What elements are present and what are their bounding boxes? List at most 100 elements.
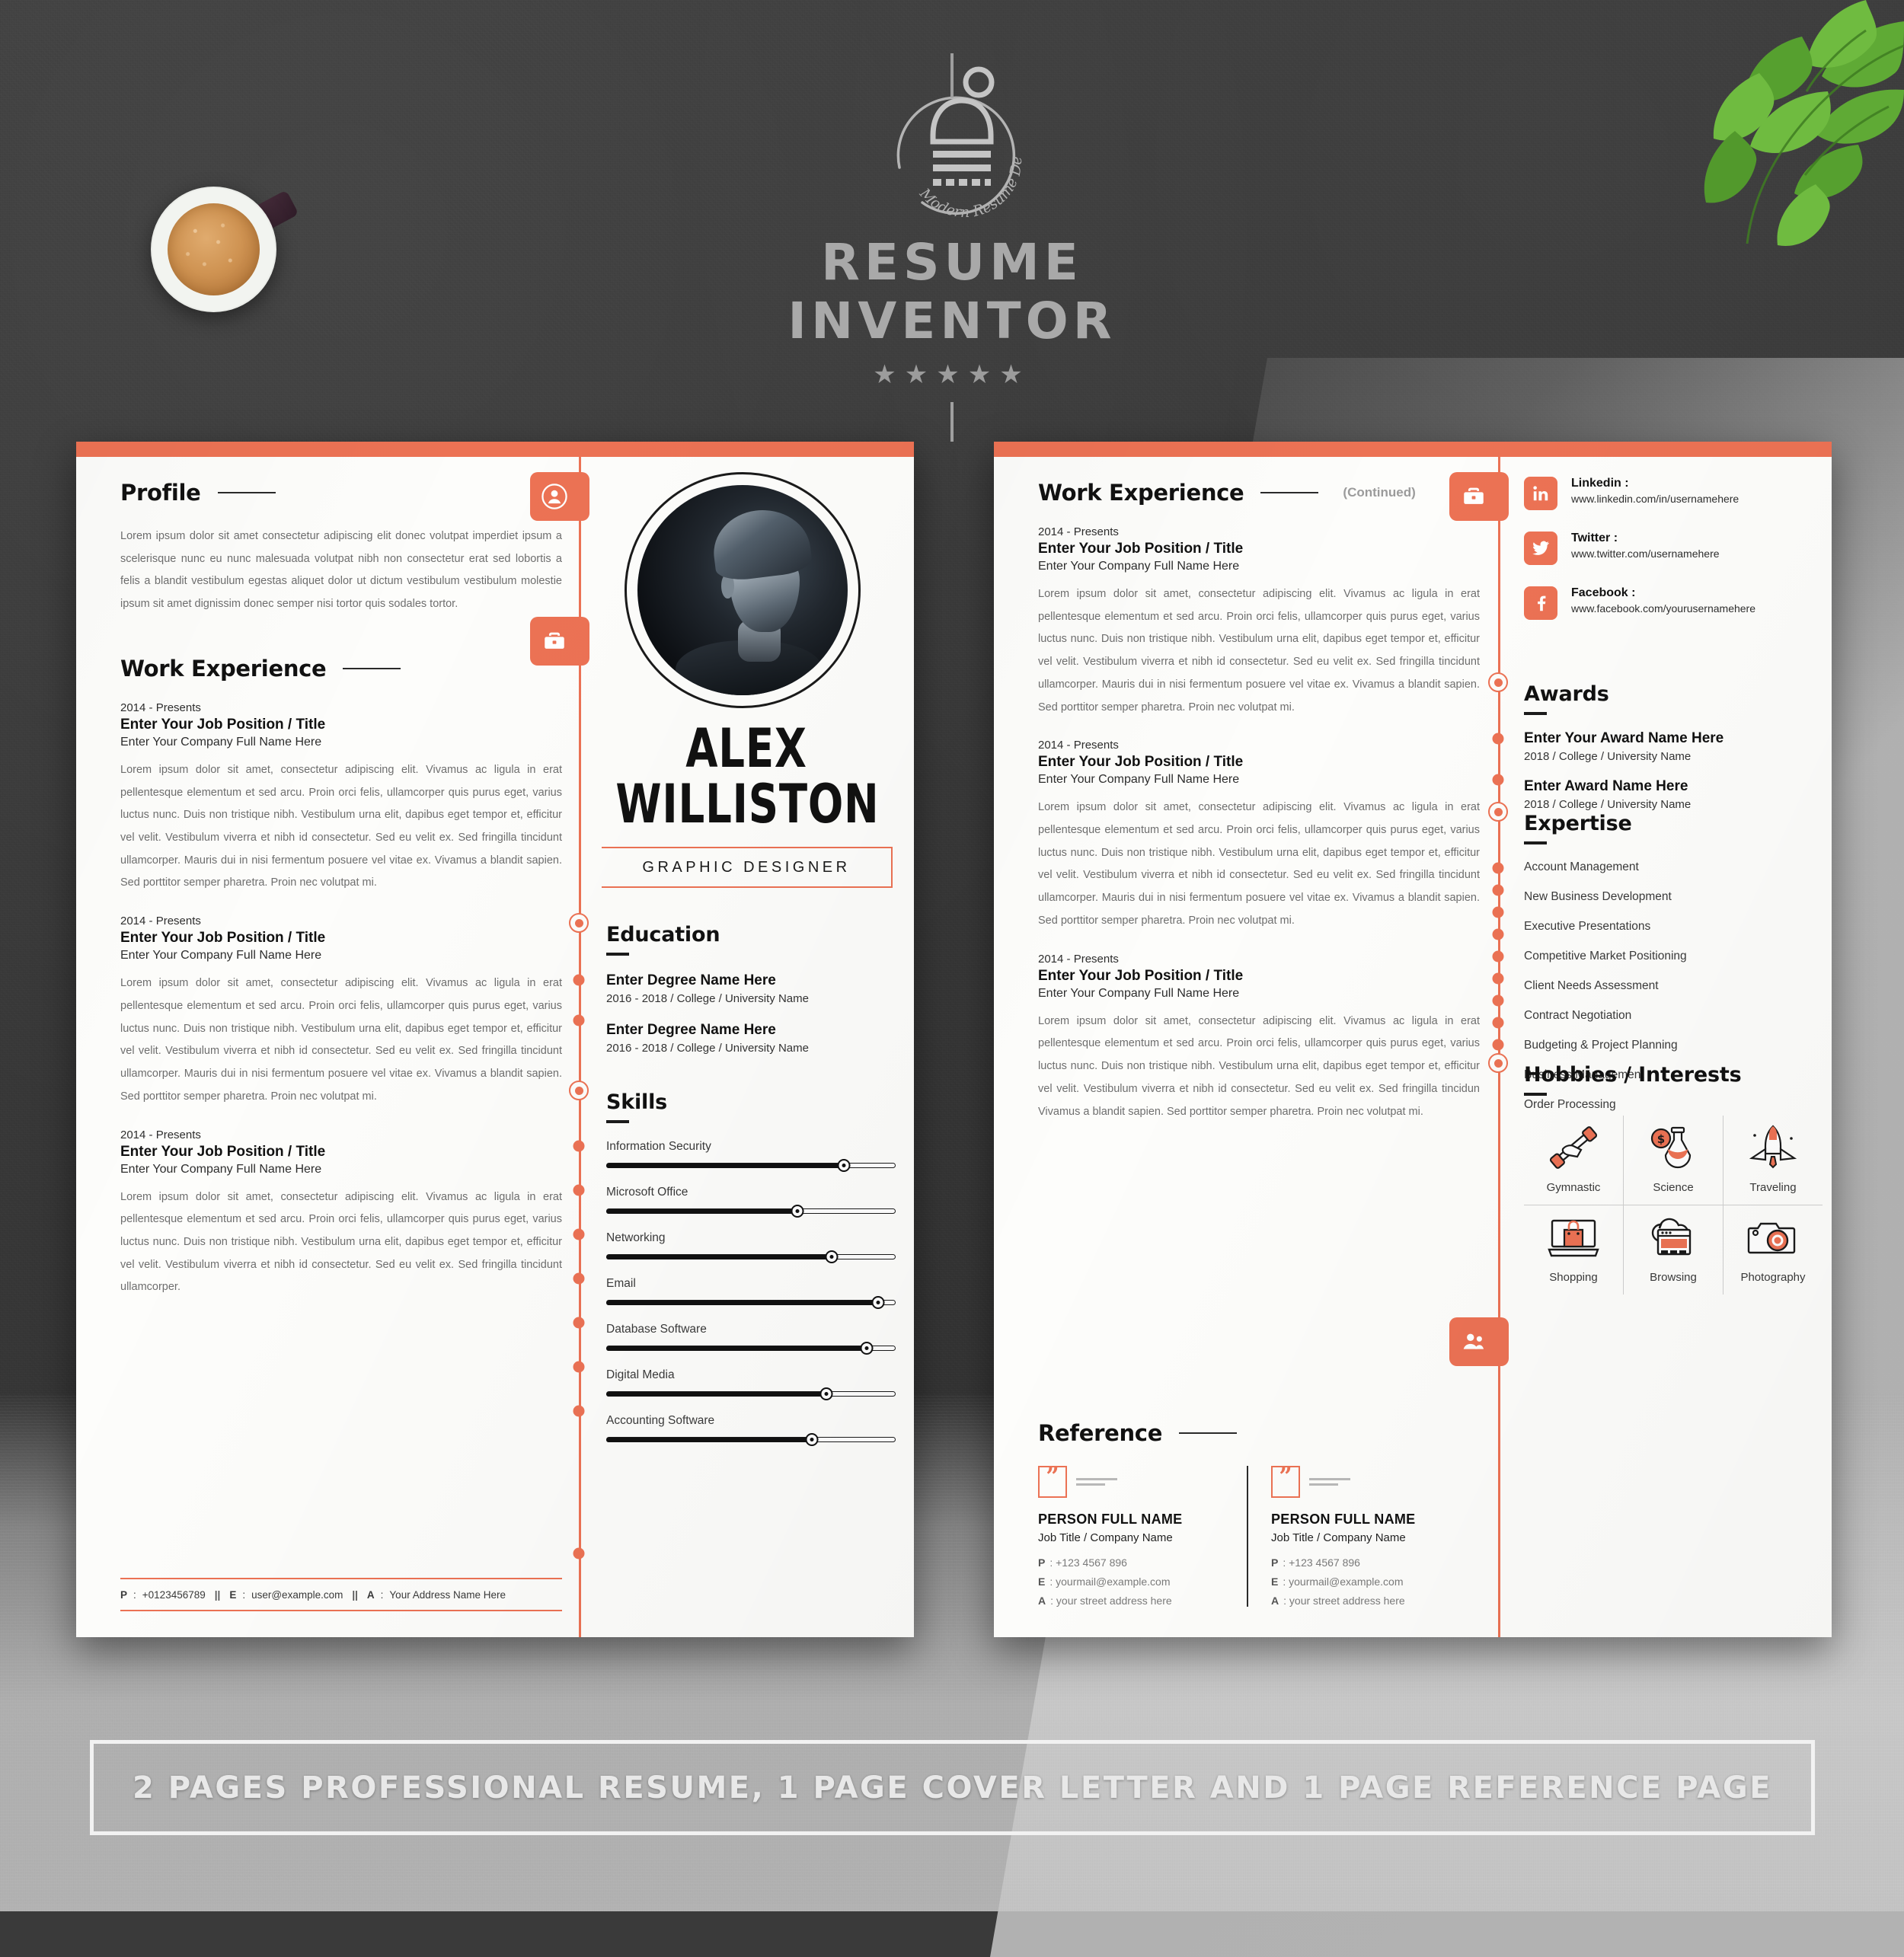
skills-section: Skills Information Security Microsoft Off…: [606, 1090, 896, 1446]
social-url[interactable]: www.facebook.com/yourusernamehere: [1571, 602, 1755, 615]
quote-icon: ”: [1038, 1466, 1067, 1498]
job-description: Lorem ipsum dolor sit amet, consectetur …: [1038, 1014, 1480, 1118]
reference-heading: Reference: [1038, 1420, 1163, 1446]
reference-columns: ” PERSON FULL NAME Job Title / Company N…: [1038, 1466, 1480, 1607]
skill-knob[interactable]: [871, 1296, 885, 1309]
hobby-cell: Shopping: [1524, 1205, 1623, 1295]
phone-key: P: [1271, 1556, 1279, 1569]
award-item: Enter Award Name Here 2018 / College / U…: [1524, 778, 1823, 811]
address-value: your street address here: [1056, 1595, 1172, 1607]
phone-value: +123 4567 896: [1289, 1556, 1360, 1569]
skill-knob[interactable]: [825, 1250, 839, 1263]
svg-text:Modern Resume Design: Modern Resume Design: [826, 53, 1025, 221]
timeline-dot: [1492, 862, 1504, 874]
expertise-item: Client Needs Assessment: [1524, 979, 1659, 992]
work-entry: 2014 - Presents Enter Your Job Position …: [1038, 739, 1480, 932]
skill-label: Microsoft Office: [606, 1186, 688, 1199]
logo-bottom-tick: [950, 402, 954, 442]
timeline-dot: [573, 1228, 585, 1240]
skill-fill: [606, 1255, 832, 1259]
reference-address: A: your street address here: [1271, 1595, 1405, 1607]
job-title: Enter Your Job Position / Title: [1038, 754, 1244, 771]
awards-heading: Awards: [1524, 682, 1609, 706]
work-entry: 2014 - Presents Enter Your Job Position …: [1038, 953, 1480, 1124]
hobby-cell: Browsing: [1623, 1205, 1723, 1295]
phone-value[interactable]: +0123456789: [142, 1589, 206, 1601]
education-item: Enter Degree Name Here 2016 - 2018 / Col…: [606, 972, 896, 1005]
resume-page-1[interactable]: Profile Lorem ipsum dolor sit amet conse…: [76, 442, 914, 1637]
expertise-item: Executive Presentations: [1524, 920, 1651, 933]
skill-fill: [606, 1438, 812, 1442]
job-date: 2014 - Presents: [1038, 952, 1119, 966]
job-company: Enter Your Company Full Name Here: [1038, 560, 1240, 573]
skill-slider[interactable]: [606, 1159, 896, 1172]
email-key: E: [1271, 1575, 1279, 1588]
skill-slider[interactable]: [606, 1342, 896, 1355]
education-item: Enter Degree Name Here 2016 - 2018 / Col…: [606, 1022, 896, 1055]
resume-page-2[interactable]: Work Experience (Continued) 2014 - Prese…: [994, 442, 1832, 1637]
reference-person: ” PERSON FULL NAME Job Title / Company N…: [1038, 1466, 1247, 1607]
expertise-item: New Business Development: [1524, 890, 1672, 903]
skill-slider[interactable]: [606, 1296, 896, 1309]
skill-knob[interactable]: [860, 1342, 874, 1355]
email-value[interactable]: user@example.com: [251, 1589, 343, 1601]
skill-knob[interactable]: [837, 1159, 851, 1172]
page1-main-column: Profile Lorem ipsum dolor sit amet conse…: [120, 480, 562, 1319]
social-url[interactable]: www.linkedin.com/in/usernamehere: [1571, 493, 1739, 505]
job-title: Enter Your Job Position / Title: [120, 716, 326, 733]
skill-slider[interactable]: [606, 1433, 896, 1446]
hobby-cell: Traveling: [1723, 1116, 1823, 1205]
profile-section-header: Profile: [120, 480, 562, 506]
reference-email: E: yourmail@example.com: [1271, 1575, 1404, 1588]
hobbies-row: Gymnastic $ Science Traveling: [1524, 1116, 1823, 1205]
continued-label: (Continued): [1343, 485, 1416, 500]
profile-photo-frame: [625, 472, 861, 708]
social-link-row[interactable]: Twitter : www.twitter.com/usernamehere: [1524, 532, 1821, 565]
coffee-cup-body: [151, 187, 276, 312]
job-description: Lorem ipsum dolor sit amet, consectetur …: [1038, 588, 1480, 714]
skill-slider[interactable]: [606, 1205, 896, 1218]
address-key: A: [1038, 1595, 1046, 1607]
brand-title: RESUME INVENTOR: [787, 233, 1117, 350]
skill-row: Accounting Software: [606, 1414, 896, 1446]
shopping-bag-laptop-icon: [1548, 1219, 1599, 1257]
skill-knob[interactable]: [819, 1387, 833, 1400]
skill-label: Accounting Software: [606, 1414, 715, 1427]
job-date: 2014 - Presents: [120, 915, 201, 928]
hobbies-section: Hobbies / Interests Gymnastic $ Science Tra…: [1524, 1063, 1823, 1295]
education-section: Education Enter Degree Name Here 2016 - …: [606, 923, 896, 1055]
address-value: your street address here: [1289, 1595, 1405, 1607]
skill-slider[interactable]: [606, 1387, 896, 1400]
timeline-dot: [573, 1361, 585, 1373]
address-key: A: [1271, 1595, 1279, 1607]
contact-separator: ||: [352, 1589, 358, 1601]
logo-tagline: Modern Resume Design: [826, 53, 1025, 221]
skills-list: Information Security Microsoft Office Netw…: [606, 1140, 896, 1446]
svg-text:$: $: [1657, 1132, 1665, 1146]
social-url[interactable]: www.twitter.com/usernamehere: [1571, 548, 1720, 560]
social-link-row[interactable]: Facebook : www.facebook.com/yourusernameh…: [1524, 586, 1821, 620]
social-link-row[interactable]: Linkedin : www.linkedin.com/in/usernamehe…: [1524, 477, 1821, 510]
dumbbell-icon: [1549, 1126, 1598, 1169]
job-title: Enter Your Job Position / Title: [120, 930, 326, 947]
hobby-label: Traveling: [1749, 1181, 1797, 1194]
timeline-dot: [573, 1272, 585, 1285]
heading-rule: [217, 492, 276, 493]
page2-main-column: Work Experience (Continued) 2014 - Prese…: [1038, 480, 1480, 1143]
skill-fill: [606, 1392, 826, 1397]
timeline-dot: [1492, 906, 1504, 918]
email-value: yourmail@example.com: [1056, 1575, 1171, 1588]
expertise-item: Account Management: [1524, 860, 1639, 873]
timeline-dot: [573, 1184, 585, 1196]
skill-knob[interactable]: [805, 1433, 819, 1446]
email-value: yourmail@example.com: [1289, 1575, 1404, 1588]
skill-fill: [606, 1209, 797, 1214]
work-continued-header: Work Experience (Continued): [1038, 480, 1480, 506]
heading-rule: [343, 667, 401, 669]
reference-name: PERSON FULL NAME: [1271, 1512, 1416, 1527]
job-title: Enter Your Job Position / Title: [1038, 541, 1244, 557]
skill-knob[interactable]: [791, 1205, 804, 1218]
skill-slider[interactable]: [606, 1250, 896, 1263]
coffee-cup-prop: [151, 187, 299, 312]
person-name-block: ALEX WILLISTON: [579, 722, 914, 831]
